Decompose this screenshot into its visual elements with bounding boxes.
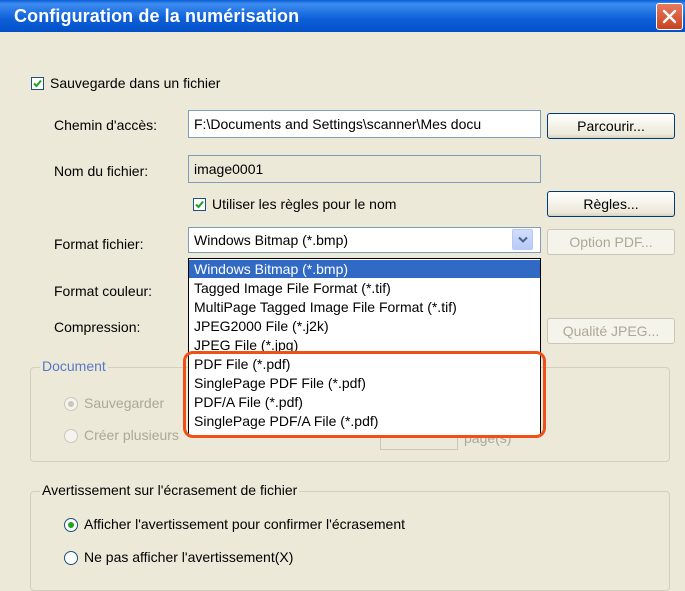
pdf-options-highlight	[183, 351, 546, 438]
file-format-option[interactable]: Windows Bitmap (*.bmp)	[189, 260, 540, 278]
compression-label: Compression:	[54, 319, 141, 335]
chevron-down-icon	[518, 236, 528, 243]
file-format-selected-value: Windows Bitmap (*.bmp)	[194, 232, 349, 248]
document-multiple-radio[interactable]	[64, 429, 78, 443]
filename-input[interactable]: image0001	[188, 155, 541, 183]
show-warning-radio[interactable]	[64, 518, 78, 532]
browse-button[interactable]: Parcourir...	[547, 113, 675, 139]
path-label: Chemin d'accès:	[54, 117, 158, 133]
file-format-label: Format fichier:	[54, 236, 144, 252]
title-bar[interactable]: Configuration de la numérisation	[0, 0, 685, 32]
file-format-option[interactable]: Tagged Image File Format (*.tif)	[189, 279, 540, 297]
save-to-file-checkbox[interactable]	[31, 77, 44, 90]
document-multiple-label: Créer plusieurs	[84, 427, 179, 443]
color-format-label: Format couleur:	[54, 283, 153, 299]
hide-warning-label: Ne pas afficher l'avertissement(X)	[84, 549, 294, 565]
document-save-radio[interactable]	[64, 397, 78, 411]
close-icon	[662, 9, 677, 24]
show-warning-label: Afficher l'avertissement pour confirmer …	[84, 516, 405, 532]
document-group-legend: Document	[40, 358, 108, 374]
hide-warning-radio[interactable]	[64, 551, 78, 565]
close-button[interactable]	[656, 3, 683, 30]
pdf-option-button[interactable]: Option PDF...	[547, 229, 675, 255]
overwrite-warning-legend: Avertissement sur l'écrasement de fichie…	[40, 482, 300, 498]
checkmark-icon	[33, 79, 42, 88]
document-save-label: Sauvegarder	[84, 395, 165, 411]
rules-button[interactable]: Règles...	[547, 191, 675, 217]
file-format-option[interactable]: MultiPage Tagged Image File Format (*.ti…	[189, 298, 540, 316]
checkmark-icon	[195, 200, 204, 209]
window-title: Configuration de la numérisation	[14, 6, 300, 26]
jpeg-quality-button[interactable]: Qualité JPEG...	[547, 318, 675, 344]
use-rules-checkbox[interactable]	[193, 198, 206, 211]
filename-label: Nom du fichier:	[54, 163, 149, 179]
file-format-dropdown-button[interactable]	[512, 229, 533, 250]
use-rules-label: Utiliser les règles pour le nom	[212, 196, 397, 212]
file-format-select[interactable]: Windows Bitmap (*.bmp)	[188, 227, 541, 253]
path-input[interactable]: F:\Documents and Settings\scanner\Mes do…	[188, 110, 541, 138]
file-format-option[interactable]: JPEG2000 File (*.j2k)	[189, 317, 540, 335]
overwrite-warning-group	[30, 491, 670, 591]
save-to-file-label: Sauvegarde dans un fichier	[50, 75, 221, 91]
